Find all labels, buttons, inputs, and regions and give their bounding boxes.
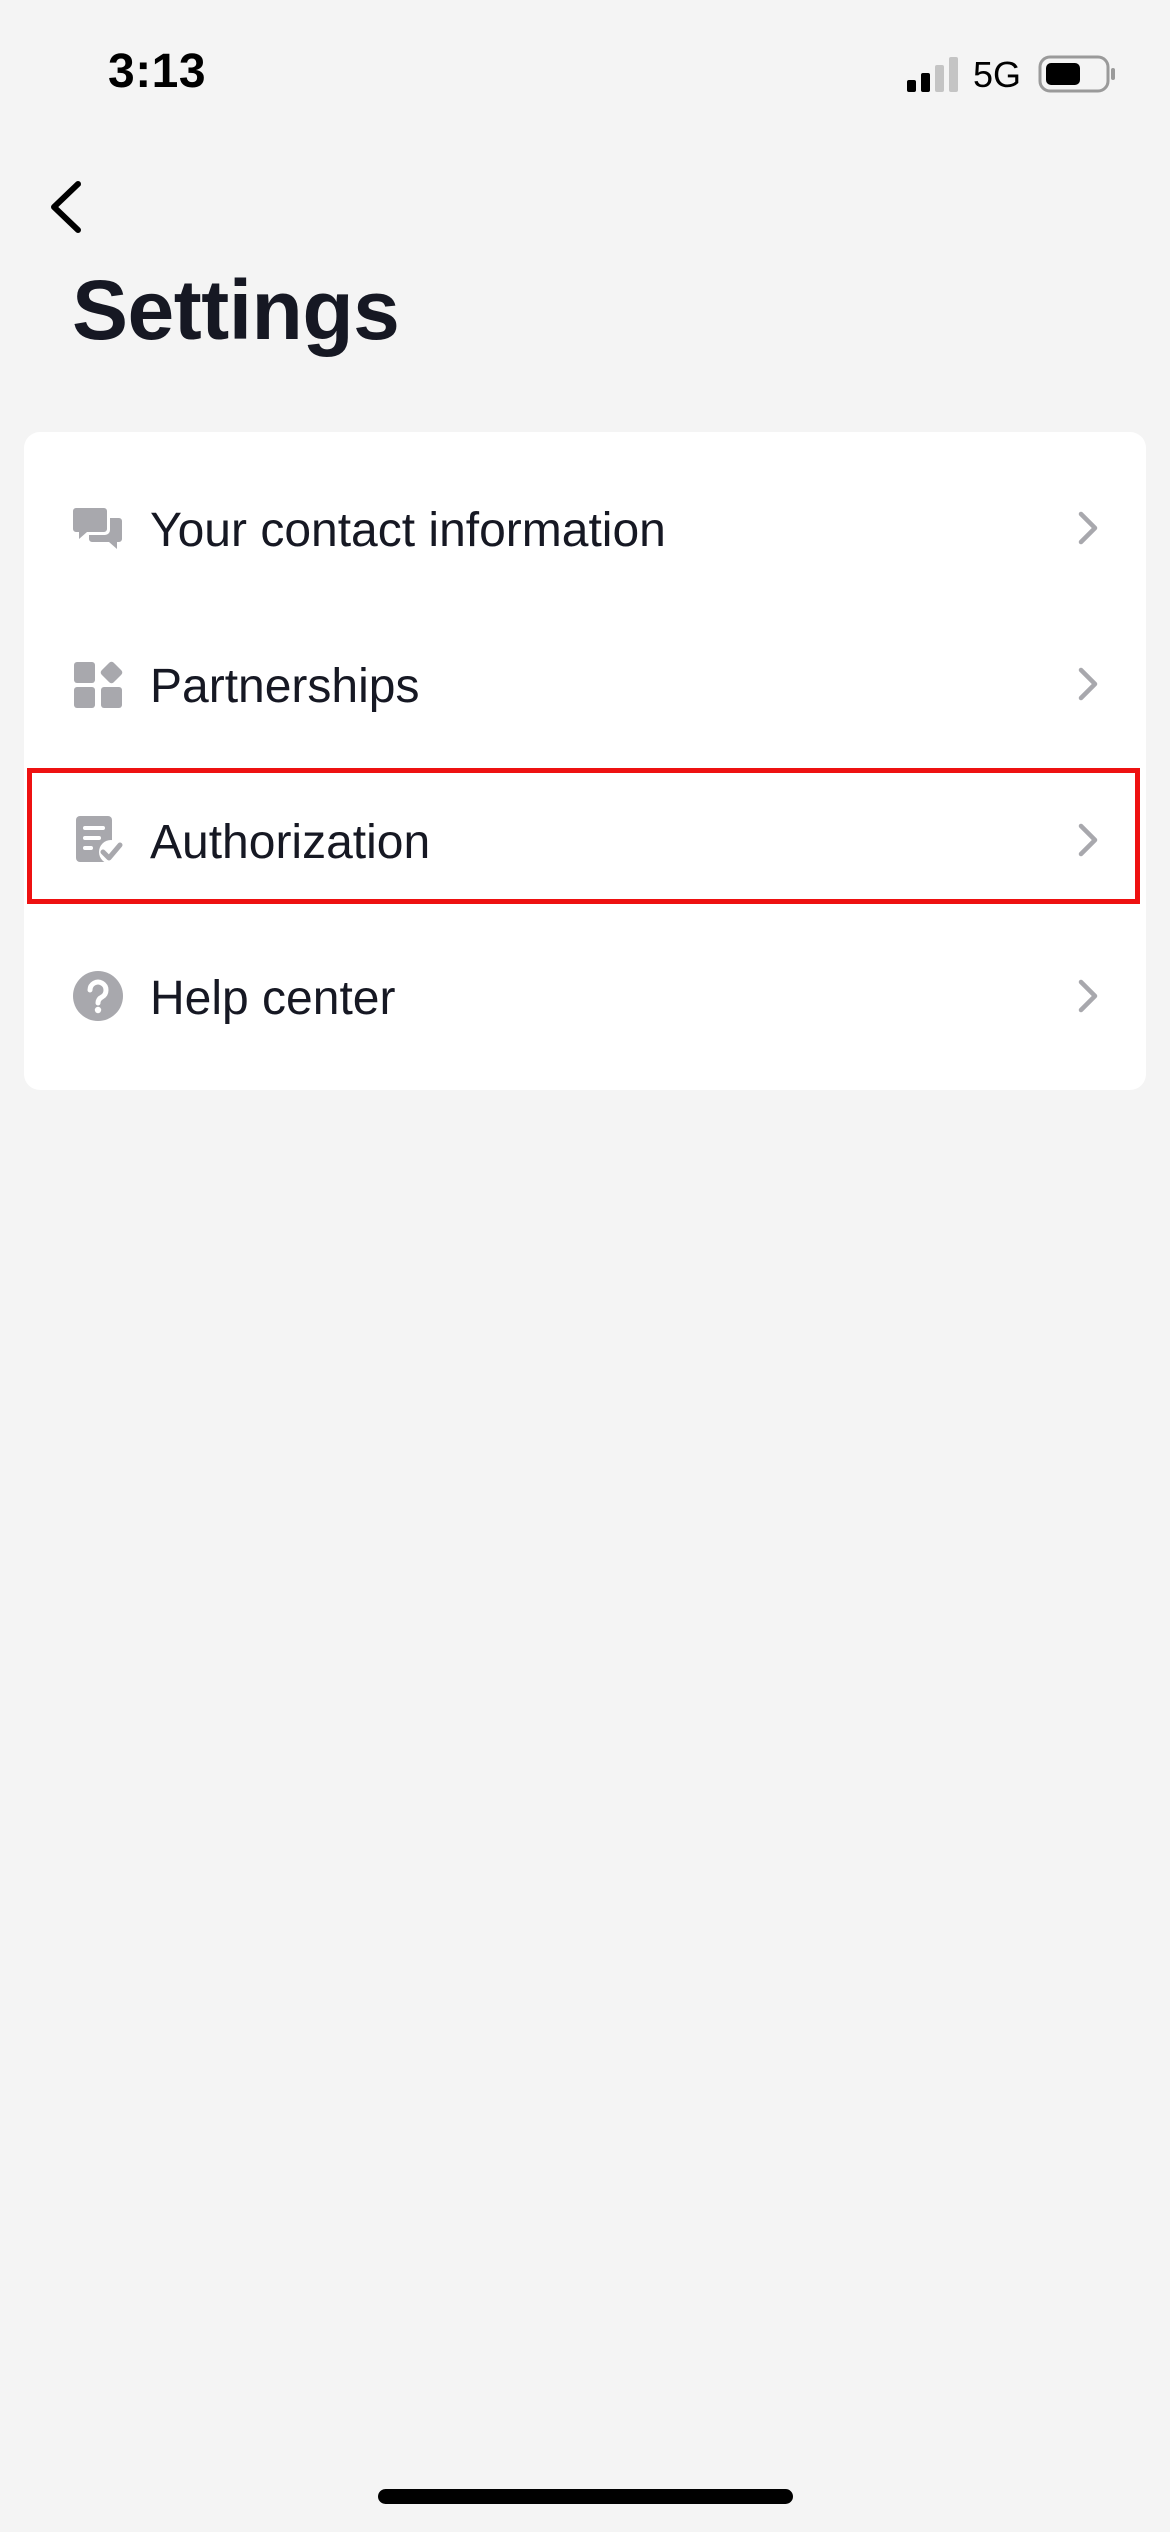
status-bar: 3:13 5G xyxy=(0,0,1170,140)
home-indicator xyxy=(378,2489,793,2504)
menu-item-authorization[interactable]: Authorization xyxy=(24,769,1146,909)
menu-item-label: Authorization xyxy=(150,816,431,869)
menu-item-label: Your contact information xyxy=(150,504,666,557)
page-title: Settings xyxy=(72,263,400,357)
battery-icon xyxy=(1038,55,1115,93)
cellular-signal-icon xyxy=(907,57,958,92)
menu-item-partnerships[interactable]: Partnerships xyxy=(24,613,1146,753)
chat-bubbles-icon xyxy=(73,508,122,549)
apps-grid-icon xyxy=(74,661,123,708)
chevron-right-icon xyxy=(1078,979,1098,1013)
document-check-icon xyxy=(76,816,123,864)
chevron-right-icon xyxy=(1078,511,1098,545)
help-circle-icon xyxy=(73,971,123,1021)
menu-item-contact-information[interactable]: Your contact information xyxy=(24,457,1146,597)
menu-item-help-center[interactable]: Help center xyxy=(24,925,1146,1065)
menu-item-label: Help center xyxy=(150,972,396,1025)
network-type: 5G xyxy=(973,54,1022,95)
menu-item-label: Partnerships xyxy=(150,660,420,713)
chevron-right-icon xyxy=(1078,823,1098,857)
settings-menu: Your contact information Partnerships Au… xyxy=(24,432,1146,1090)
back-button[interactable] xyxy=(40,170,100,240)
chevron-left-icon xyxy=(51,181,81,233)
chevron-right-icon xyxy=(1078,667,1098,701)
status-time: 3:13 xyxy=(108,45,207,98)
